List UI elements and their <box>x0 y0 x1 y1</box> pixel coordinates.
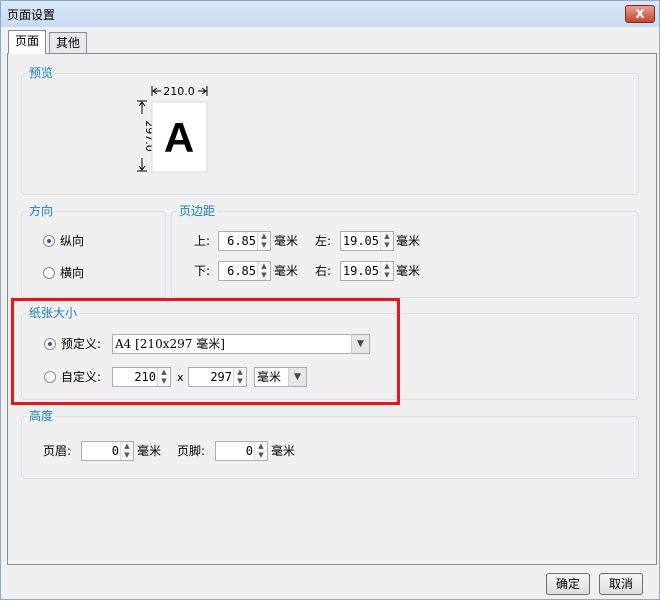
margin-right-label: 右: <box>315 264 332 278</box>
header-height-label: 页眉: <box>43 444 72 458</box>
margin-bottom-spin-arrows[interactable]: ▲ ▼ <box>257 262 270 280</box>
footer-height-stepper[interactable]: 0 ▲ ▼ <box>215 441 268 461</box>
orientation-title: 方向 <box>27 204 56 218</box>
landscape-radio[interactable] <box>43 267 55 279</box>
preview-width-label: 210.0 <box>163 85 195 98</box>
header-height-stepper[interactable]: 0 ▲ ▼ <box>81 441 134 461</box>
cancel-button[interactable]: 取消 <box>599 573 643 595</box>
margin-top-spin-arrows[interactable]: ▲ ▼ <box>257 232 270 250</box>
margin-left-unit: 毫米 <box>396 234 421 248</box>
header-height-spin-arrows[interactable]: ▲ ▼ <box>120 442 133 460</box>
close-button[interactable]: X <box>625 5 655 23</box>
margin-top-label: 上: <box>194 234 211 248</box>
title-bar: 页面设置 X <box>1 1 659 27</box>
margin-left-stepper[interactable]: 19.05 ▲ ▼ <box>340 231 394 251</box>
margin-right-unit: 毫米 <box>396 264 421 278</box>
margin-left-value[interactable]: 19.05 <box>343 234 379 248</box>
margin-bottom-label: 下: <box>194 264 211 278</box>
header-height-value[interactable]: 0 <box>112 444 119 458</box>
page-preview: 210.0 297.0 A <box>137 85 208 173</box>
margins-title: 页边距 <box>177 204 218 218</box>
height-group: 高度 页眉: 0 ▲ ▼ 毫米 页脚: 0 ▲ ▼ 毫米 <box>21 409 639 479</box>
tab-other[interactable]: 其他 <box>49 32 88 53</box>
margin-bottom-stepper[interactable]: 6.85 ▲ ▼ <box>218 261 271 281</box>
orientation-group: 方向 纵向 横向 <box>21 204 166 298</box>
margin-left-label: 左: <box>315 234 332 248</box>
margin-top-stepper[interactable]: 6.85 ▲ ▼ <box>218 231 271 251</box>
ok-button[interactable]: 确定 <box>546 573 590 595</box>
margin-right-value[interactable]: 19.05 <box>343 264 379 278</box>
preview-sample-letter: A <box>164 114 194 161</box>
footer-height-value[interactable]: 0 <box>246 444 253 458</box>
margin-right-stepper[interactable]: 19.05 ▲ ▼ <box>340 261 394 281</box>
preview-group: 预览 210.0 297.0 A <box>21 66 639 195</box>
height-title: 高度 <box>27 409 56 423</box>
preview-title: 预览 <box>27 66 56 80</box>
tab-page[interactable]: 页面 <box>8 30 47 54</box>
margin-bottom-unit: 毫米 <box>274 264 299 278</box>
margin-top-unit: 毫米 <box>274 234 299 248</box>
footer-height-label: 页脚: <box>177 444 206 458</box>
header-height-unit: 毫米 <box>137 444 162 458</box>
window-title: 页面设置 <box>7 8 56 22</box>
paper-size-highlight-box <box>11 298 400 405</box>
margin-right-spin-arrows[interactable]: ▲ ▼ <box>380 262 393 280</box>
margin-bottom-value[interactable]: 6.85 <box>227 264 256 278</box>
landscape-label[interactable]: 横向 <box>60 266 84 280</box>
footer-height-unit: 毫米 <box>271 444 296 458</box>
portrait-radio[interactable] <box>43 235 55 247</box>
margin-left-spin-arrows[interactable]: ▲ ▼ <box>380 232 393 250</box>
margins-group: 页边距 上: 6.85 ▲ ▼ 毫米 左: 19.05 ▲ ▼ 毫米 下: 6.85… <box>171 204 639 298</box>
portrait-label[interactable]: 纵向 <box>60 234 84 248</box>
margin-top-value[interactable]: 6.85 <box>227 234 256 248</box>
page-setup-dialog: 页面设置 X 页面 其他 预览 210.0 297.0 A 方向 纵向 横向 页… <box>0 0 660 600</box>
footer-height-spin-arrows[interactable]: ▲ ▼ <box>254 442 267 460</box>
